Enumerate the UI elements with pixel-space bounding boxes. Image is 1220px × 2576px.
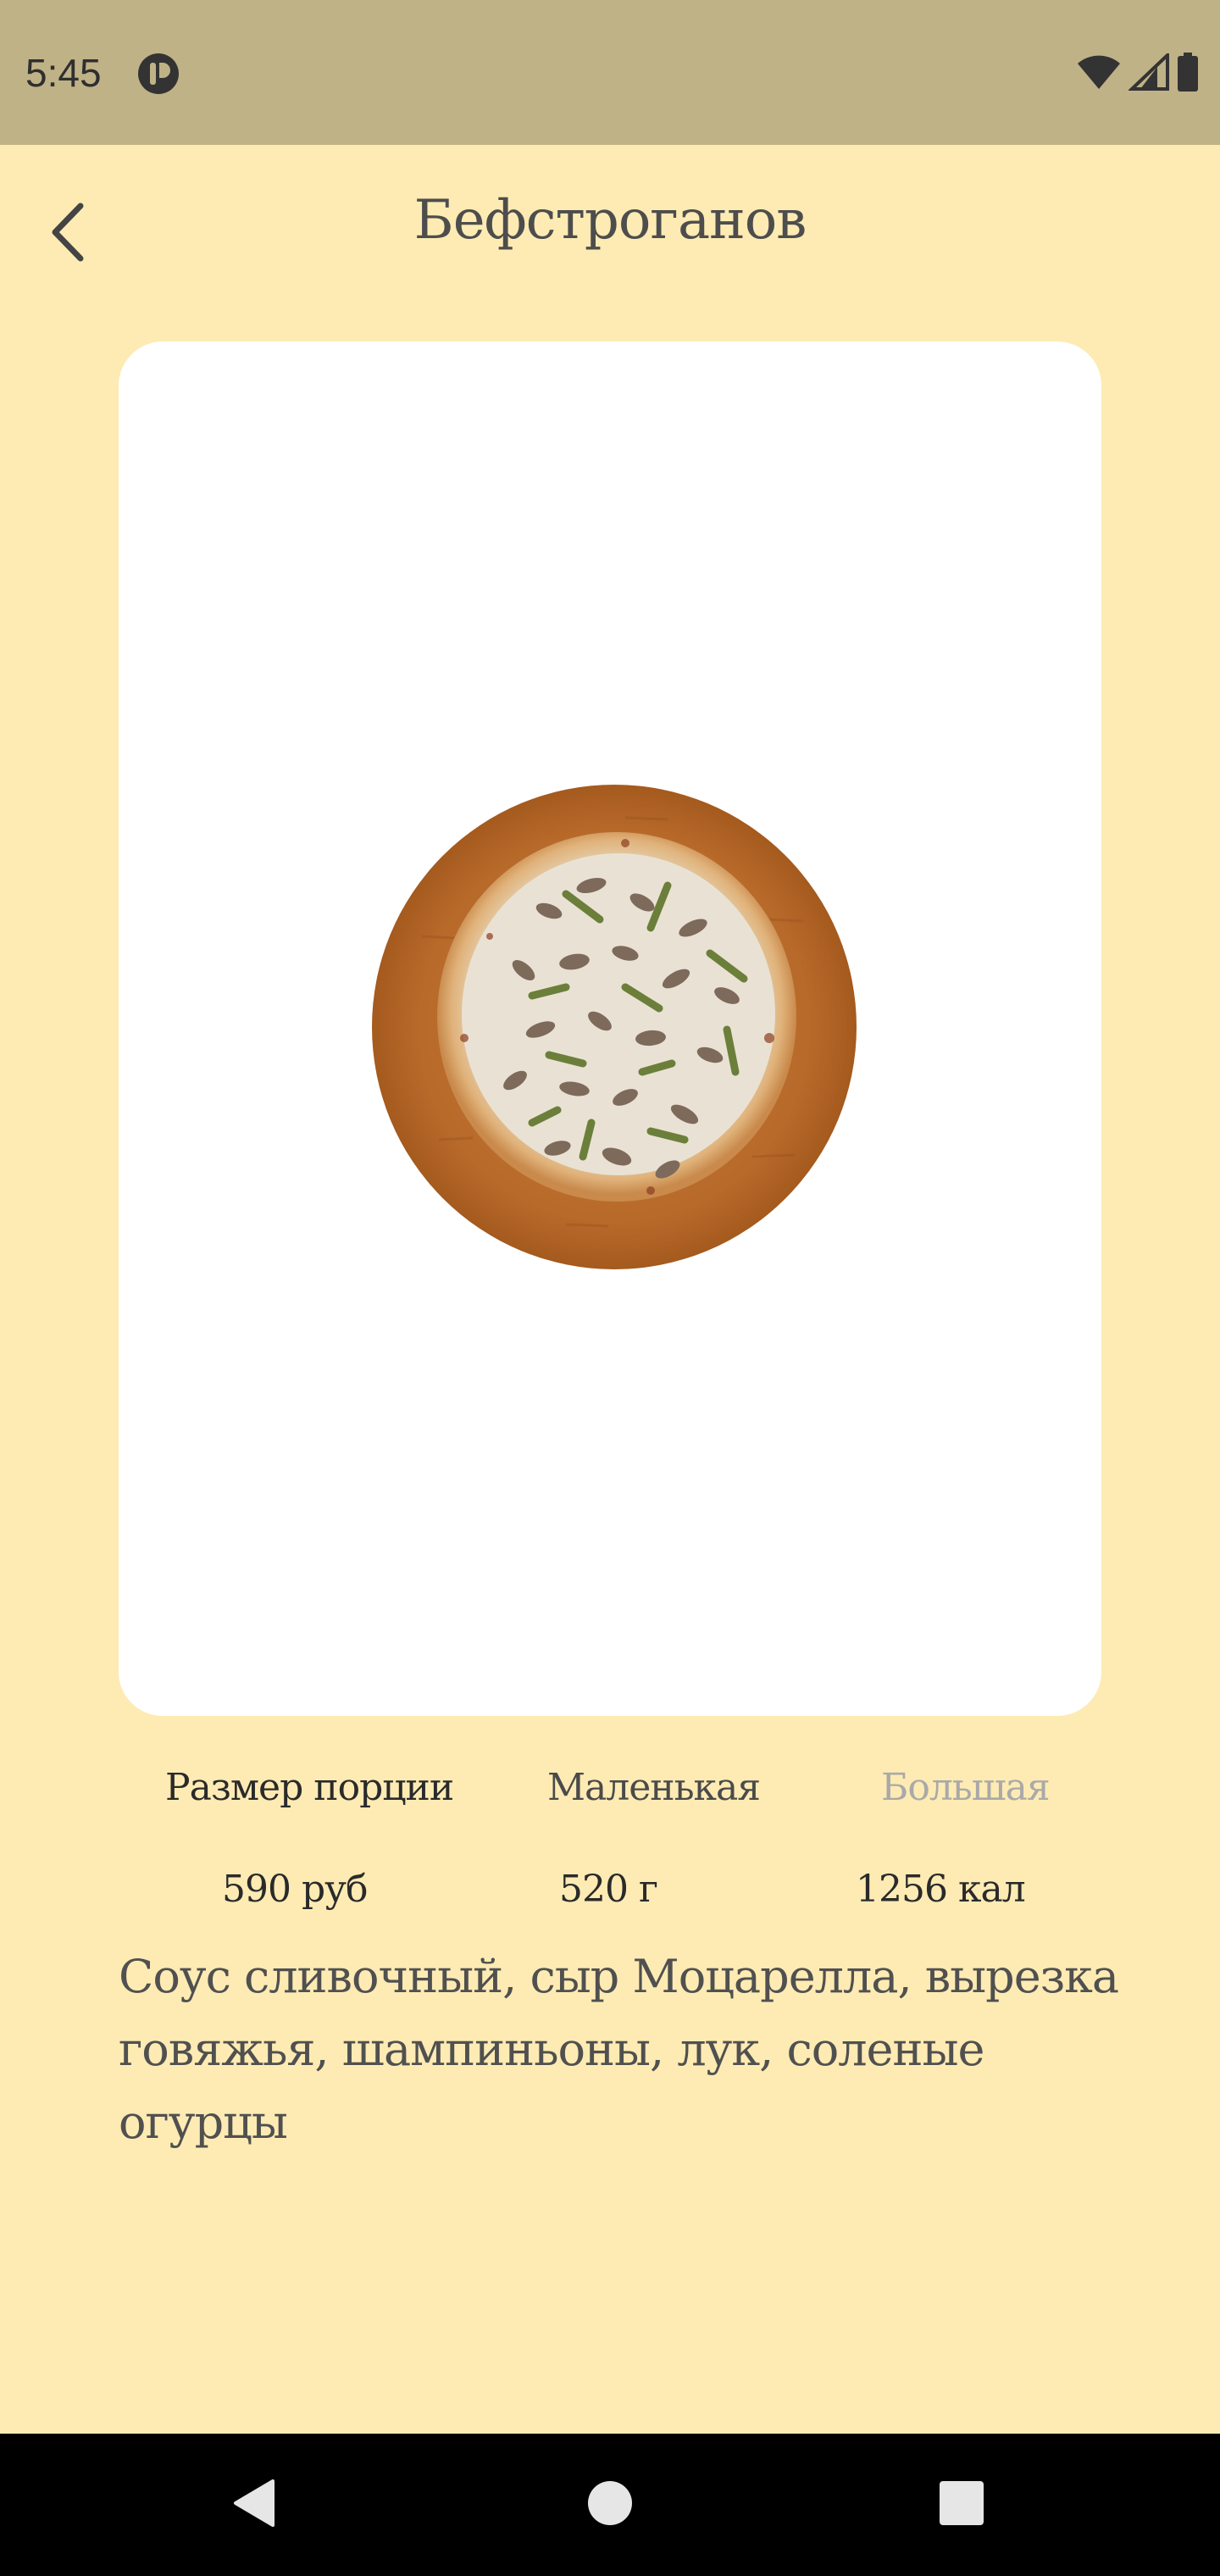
nav-recents-button[interactable] xyxy=(928,2471,995,2539)
product-price: 590 руб xyxy=(222,1868,369,1911)
nav-home-button[interactable] xyxy=(576,2471,644,2539)
pizza-image xyxy=(372,785,857,1269)
system-navigation-bar xyxy=(0,2434,1220,2576)
portion-option-large[interactable]: Большая xyxy=(881,1754,1051,1822)
home-circle-icon xyxy=(586,2479,634,2530)
product-image-card xyxy=(119,341,1101,1716)
portion-size-row: Размер порции Маленькая Большая xyxy=(0,1754,1220,1822)
status-bar: 5:45 xyxy=(0,0,1220,145)
app-header: Бефстроганов xyxy=(0,145,1220,314)
back-triangle-icon xyxy=(230,2478,278,2532)
portion-option-small[interactable]: Маленькая xyxy=(547,1754,761,1822)
product-info-row: 590 руб 520 г 1256 кал xyxy=(0,1856,1220,1924)
battery-icon xyxy=(1176,52,1200,96)
cellular-signal-icon xyxy=(1128,51,1169,94)
product-description: Соус сливочный, сыр Моцарелла, вырезка г… xyxy=(119,1950,1119,2149)
status-time: 5:45 xyxy=(25,51,102,95)
status-icons xyxy=(1076,51,1200,96)
wifi-icon xyxy=(1076,53,1122,94)
page-title: Бефстроганов xyxy=(413,189,807,252)
product-weight: 520 г xyxy=(559,1868,658,1911)
nav-back-button[interactable] xyxy=(220,2471,288,2539)
product-calories: 1256 кал xyxy=(856,1868,1026,1911)
app-notification-icon xyxy=(137,53,180,95)
portion-size-label: Размер порции xyxy=(165,1766,454,1809)
recents-square-icon xyxy=(938,2479,985,2530)
